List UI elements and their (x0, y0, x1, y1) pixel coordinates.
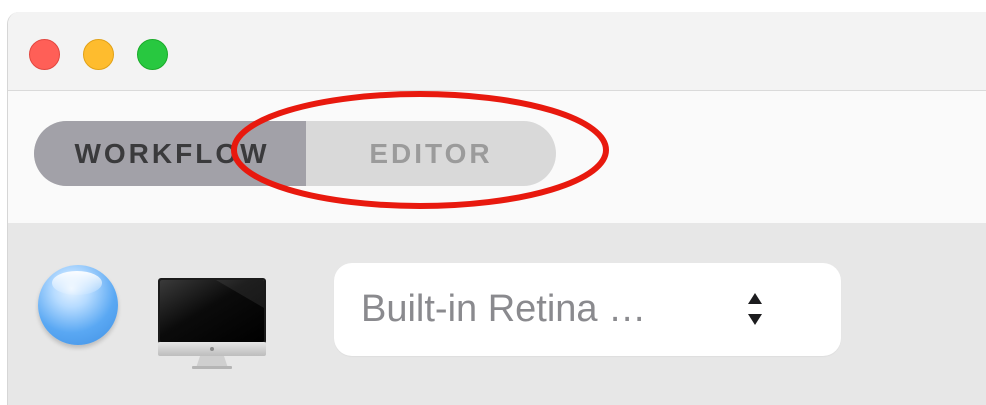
toolbar: WORKFLOW EDITOR (8, 91, 986, 223)
imac-icon (158, 278, 266, 369)
sphere-highlight (52, 271, 102, 295)
blue-sphere-icon (38, 265, 118, 345)
minimize-button[interactable] (83, 39, 114, 70)
mode-segmented-control: WORKFLOW EDITOR (34, 121, 556, 186)
title-bar (8, 12, 986, 91)
up-down-chevron-icon (748, 293, 762, 325)
display-select-value: Built-in Retina … (361, 288, 647, 330)
zoom-button[interactable] (137, 39, 168, 70)
display-select[interactable]: Built-in Retina … (334, 263, 841, 356)
close-button[interactable] (29, 39, 60, 70)
segment-workflow[interactable]: WORKFLOW (34, 121, 306, 186)
segment-editor[interactable]: EDITOR (306, 121, 556, 186)
display-panel: Built-in Retina … (8, 223, 986, 405)
app-window: WORKFLOW EDITOR Built-in Retina … (7, 12, 986, 405)
